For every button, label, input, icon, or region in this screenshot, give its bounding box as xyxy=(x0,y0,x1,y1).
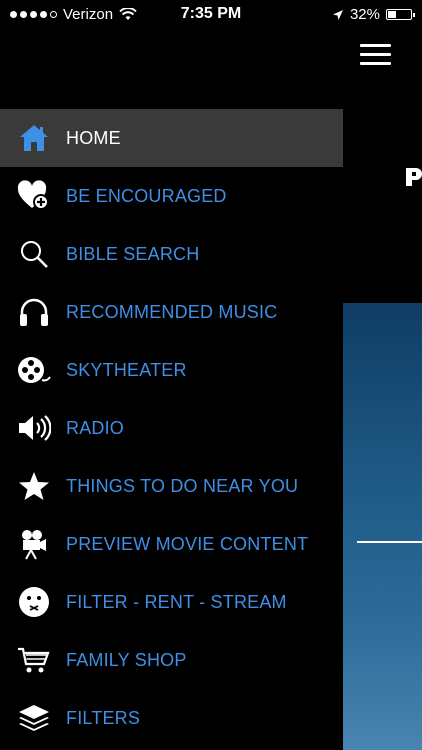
battery-group: 32% xyxy=(332,6,415,23)
cart-icon xyxy=(17,643,51,677)
home-icon xyxy=(17,121,51,155)
menu-item-be-encouraged[interactable]: BE ENCOURAGED xyxy=(0,167,343,225)
menu-item-label: FILTER - RENT - STREAM xyxy=(66,591,287,612)
menu-item-label: HOME xyxy=(66,127,121,148)
face-icon xyxy=(17,585,51,619)
menu-item-label: THINGS TO DO NEAR YOU xyxy=(66,475,299,496)
app-logo-fragment xyxy=(406,168,422,186)
menu-item-skytheater[interactable]: SKYTHEATER xyxy=(0,341,343,399)
menu-item-label: RECOMMENDED MUSIC xyxy=(66,301,278,322)
nav-menu: HOME BE ENCOURAGED BIBLE SEARCH RECOMMEN… xyxy=(0,109,343,747)
menu-item-preview-movie[interactable]: PREVIEW MOVIE CONTENT xyxy=(0,515,343,573)
heart-plus-icon xyxy=(17,179,51,213)
film-reel-icon xyxy=(17,353,51,387)
status-bar: Verizon 7:35 PM 32% xyxy=(0,0,422,30)
menu-item-home[interactable]: HOME xyxy=(0,109,343,167)
menu-item-label: PREVIEW MOVIE CONTENT xyxy=(66,533,309,554)
location-arrow-icon xyxy=(332,9,343,20)
layers-icon xyxy=(17,701,51,735)
headphones-icon xyxy=(17,295,51,329)
menu-item-bible-search[interactable]: BIBLE SEARCH xyxy=(0,225,343,283)
menu-item-label: FILTERS xyxy=(66,707,141,728)
menu-item-things-to-do[interactable]: THINGS TO DO NEAR YOU xyxy=(0,457,343,515)
battery-icon xyxy=(386,9,415,20)
content-image xyxy=(343,303,422,750)
menu-item-filters[interactable]: FILTERS xyxy=(0,689,343,747)
star-icon xyxy=(17,469,51,503)
menu-item-label: BE ENCOURAGED xyxy=(66,185,227,206)
battery-percent: 32% xyxy=(349,6,380,23)
menu-item-filter-rent-stream[interactable]: FILTER - RENT - STREAM xyxy=(0,573,343,631)
menu-item-radio[interactable]: RADIO xyxy=(0,399,343,457)
speaker-icon xyxy=(17,411,51,445)
search-icon xyxy=(17,237,51,271)
menu-item-label: FAMILY SHOP xyxy=(66,649,187,670)
menu-item-label: BIBLE SEARCH xyxy=(66,243,200,264)
movie-camera-icon xyxy=(17,527,51,561)
content-divider xyxy=(357,541,422,543)
menu-item-recommended-music[interactable]: RECOMMENDED MUSIC xyxy=(0,283,343,341)
menu-item-family-shop[interactable]: FAMILY SHOP xyxy=(0,631,343,689)
menu-toggle-icon[interactable] xyxy=(360,44,391,66)
menu-item-label: SKYTHEATER xyxy=(66,359,187,380)
menu-item-label: RADIO xyxy=(66,417,125,438)
